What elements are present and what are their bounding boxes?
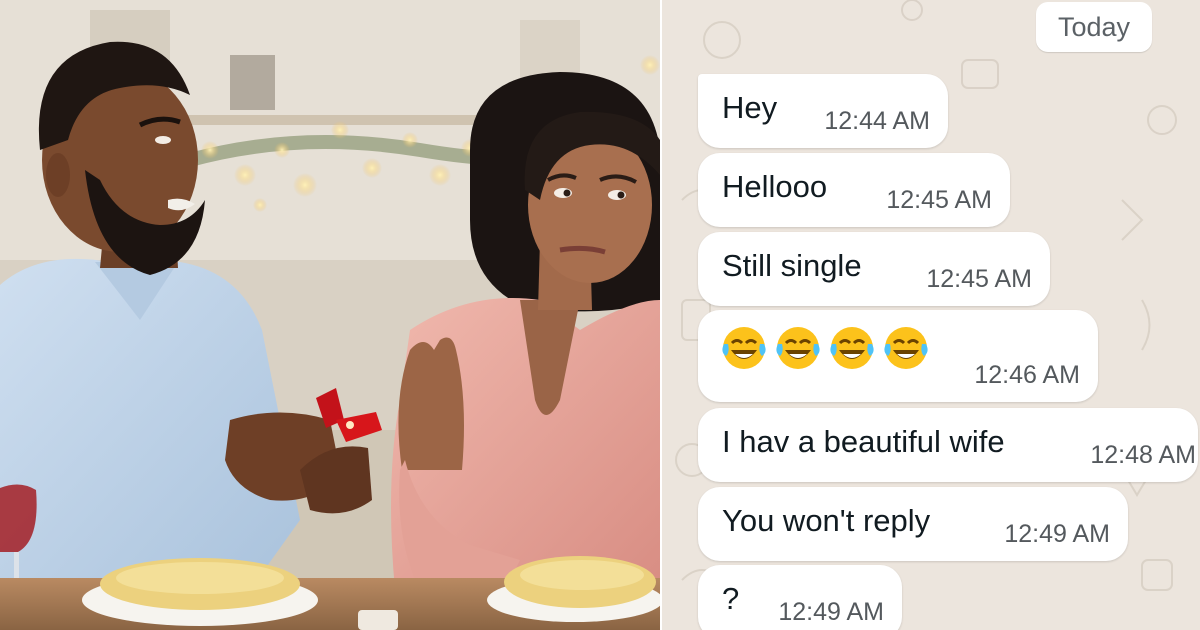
chat-screen: Today Hey 12:44 AM Hellooo 12:45 AM Stil… [662,0,1200,630]
message-time: 12:49 AM [1004,520,1110,548]
message-bubble[interactable]: Hey 12:44 AM [698,74,948,148]
message-time: 12:45 AM [926,265,1032,293]
proposal-photo [0,0,660,630]
message-bubble[interactable]: 12:46 AM [698,310,1098,402]
face-with-tears-of-joy-icon [776,327,820,369]
face-with-tears-of-joy-icon [884,327,928,369]
message-text: Hey [722,90,778,125]
message-text: You won't reply [722,503,931,538]
message-time: 12:44 AM [824,107,930,135]
message-bubble[interactable]: I hav a beautiful wife 12:48 AM [698,408,1198,482]
message-time: 12:46 AM [974,361,1080,389]
message-text: Still single [722,248,862,283]
message-time: 12:45 AM [886,186,992,214]
message-bubble[interactable]: Hellooo 12:45 AM [698,153,1010,227]
message-bubble[interactable]: You won't reply 12:49 AM [698,487,1128,561]
message-text: ? [722,581,740,616]
message-bubble[interactable]: ? 12:49 AM [698,565,902,630]
date-chip-label: Today [1057,11,1131,42]
face-with-tears-of-joy-icon [830,327,874,369]
emoji-row [720,324,930,372]
message-text: I hav a beautiful wife [722,424,1005,459]
message-time: 12:49 AM [778,598,884,626]
proposal-photo-illustration [0,0,660,630]
message-bubble[interactable]: Still single 12:45 AM [698,232,1050,306]
face-with-tears-of-joy-icon [722,327,766,369]
message-time: 12:48 AM [1090,441,1196,469]
message-text: Hellooo [722,169,828,204]
date-chip: Today [1036,2,1152,52]
